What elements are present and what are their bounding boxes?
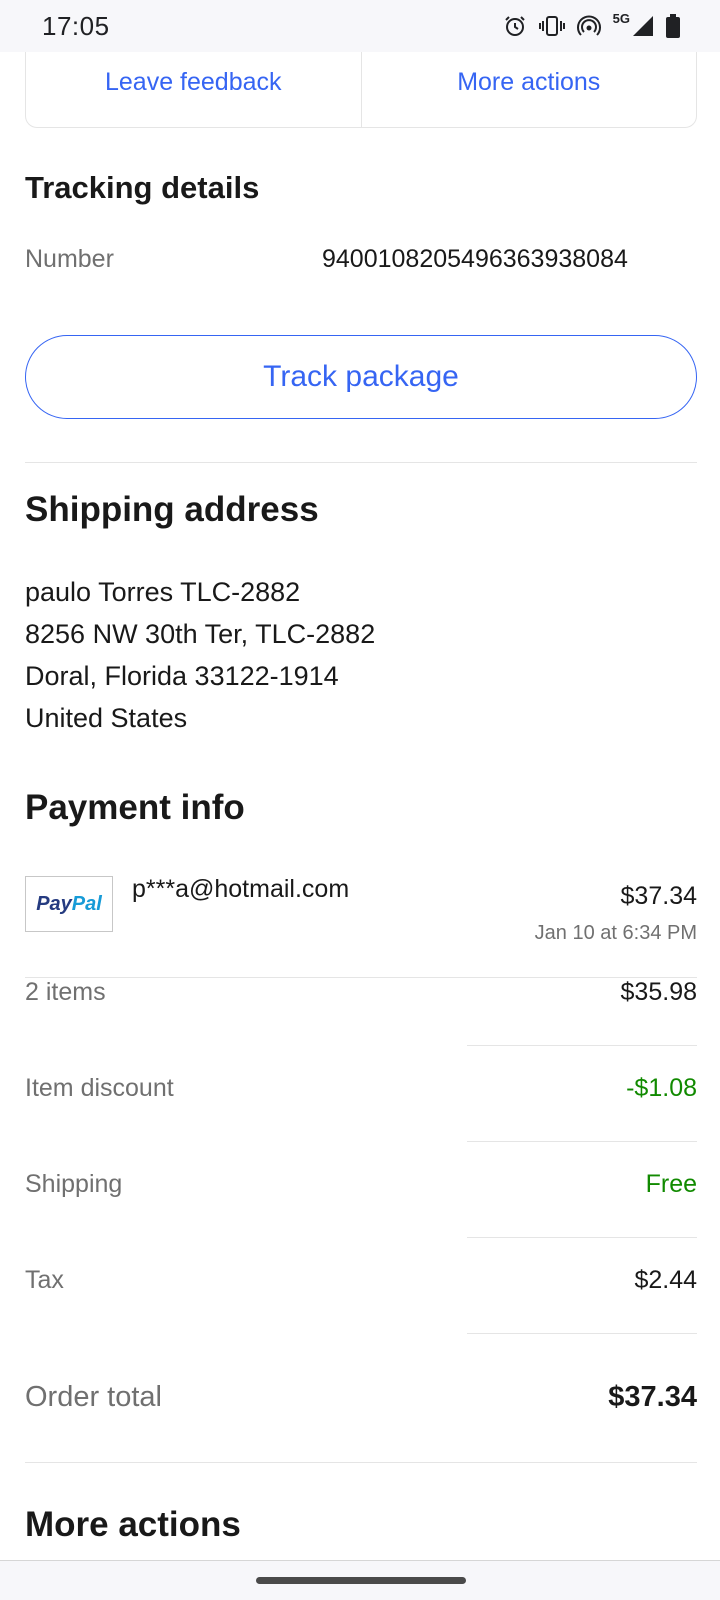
shipping-label: Shipping xyxy=(25,1170,123,1198)
gesture-nav-bar xyxy=(0,1560,720,1600)
status-icons: 5G xyxy=(503,10,680,38)
section-divider xyxy=(25,462,697,463)
tracking-number-value: 9400108205496363938084 xyxy=(322,245,628,273)
hotspot-icon xyxy=(576,14,601,38)
summary-divider xyxy=(467,1141,697,1142)
address-name: paulo Torres TLC-2882 xyxy=(25,577,301,607)
paypal-logo: Pay Pal xyxy=(25,876,113,932)
paypal-logo-text-pal: Pal xyxy=(71,892,102,915)
item-discount-label: Item discount xyxy=(25,1074,174,1102)
order-actions-card: Leave feedback More actions xyxy=(25,40,697,128)
payment-date: Jan 10 at 6:34 PM xyxy=(534,922,697,944)
address-city: Doral, Florida 33122-1914 xyxy=(25,661,339,691)
track-package-button[interactable]: Track package xyxy=(25,335,697,419)
items-label: 2 items xyxy=(25,978,106,1006)
order-total-label: Order total xyxy=(25,1381,162,1413)
tracking-details-title: Tracking details xyxy=(25,170,260,205)
shipping-value: Free xyxy=(645,1170,697,1198)
more-actions-title: More actions xyxy=(25,1505,241,1544)
more-actions-button[interactable]: More actions xyxy=(360,40,697,127)
summary-divider xyxy=(467,1045,697,1046)
leave-feedback-button[interactable]: Leave feedback xyxy=(26,40,361,127)
payment-info-title: Payment info xyxy=(25,788,245,827)
summary-divider xyxy=(467,1237,697,1238)
payment-account: p***a@hotmail.com xyxy=(132,875,350,903)
address-country: United States xyxy=(25,703,188,733)
order-total-value: $37.34 xyxy=(608,1381,697,1413)
tax-value: $2.44 xyxy=(634,1266,697,1294)
tax-label: Tax xyxy=(25,1266,64,1294)
summary-divider xyxy=(467,1333,697,1334)
section-divider xyxy=(25,1462,697,1463)
tracking-number-label: Number xyxy=(25,245,114,273)
item-discount-value: -$1.08 xyxy=(626,1074,697,1102)
payment-divider xyxy=(25,977,697,978)
network-type: 5G xyxy=(612,10,630,26)
battery-icon xyxy=(666,14,680,38)
signal-icon xyxy=(632,15,654,37)
alarm-icon xyxy=(503,14,527,38)
address-street: 8256 NW 30th Ter, TLC-2882 xyxy=(25,619,376,649)
payment-amount: $37.34 xyxy=(620,882,697,910)
vibrate-icon xyxy=(538,14,565,38)
paypal-logo-text-pay: Pay xyxy=(36,892,72,915)
shipping-address-title: Shipping address xyxy=(25,490,319,529)
status-bar: 17:05 5G xyxy=(0,0,720,52)
home-handle[interactable] xyxy=(256,1577,466,1584)
status-time: 17:05 xyxy=(42,10,110,41)
items-value: $35.98 xyxy=(620,978,697,1006)
